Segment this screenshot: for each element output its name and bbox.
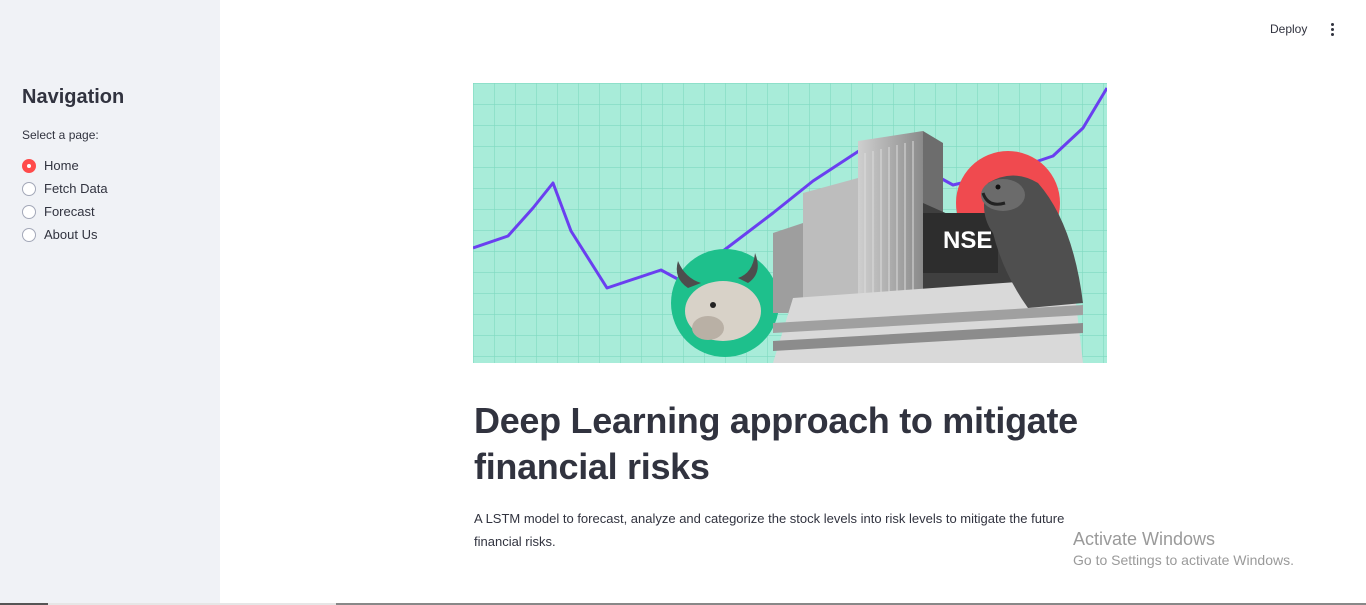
page-radio-group: Home Fetch Data Forecast About Us [22, 154, 108, 246]
sidebar: Navigation Select a page: Home Fetch Dat… [0, 0, 220, 605]
nse-sign: NSE [943, 227, 992, 254]
watermark-subtitle: Go to Settings to activate Windows. [1073, 552, 1294, 568]
page-select-label: Select a page: [22, 128, 99, 142]
sidebar-title: Navigation [22, 86, 125, 108]
page-title: Deep Learning approach to mitigate finan… [474, 400, 1078, 487]
radio-label: Fetch Data [44, 181, 108, 196]
watermark-title: Activate Windows [1073, 529, 1216, 549]
deploy-button[interactable]: Deploy [1262, 18, 1315, 40]
page-description: A LSTM model to forecast, analyze and ca… [474, 511, 1065, 549]
radio-label: Forecast [44, 204, 95, 219]
radio-option-forecast[interactable]: Forecast [22, 200, 108, 223]
radio-button[interactable] [22, 227, 36, 242]
radio-button[interactable] [22, 181, 36, 196]
app-root: Navigation Select a page: Home Fetch Dat… [0, 0, 1366, 605]
radio-option-home[interactable]: Home [22, 154, 108, 177]
kebab-menu-icon[interactable] [1323, 19, 1341, 39]
radio-label: Home [44, 158, 79, 173]
radio-button[interactable] [22, 204, 36, 219]
radio-option-fetch-data[interactable]: Fetch Data [22, 177, 108, 200]
windows-activation-watermark: Activate Windows Go to Settings to activ… [1073, 528, 1294, 569]
hero-image: NSE [473, 83, 1107, 363]
radio-label: About Us [44, 227, 98, 242]
radio-option-about-us[interactable]: About Us [22, 223, 108, 246]
radio-button-selected[interactable] [22, 158, 36, 173]
